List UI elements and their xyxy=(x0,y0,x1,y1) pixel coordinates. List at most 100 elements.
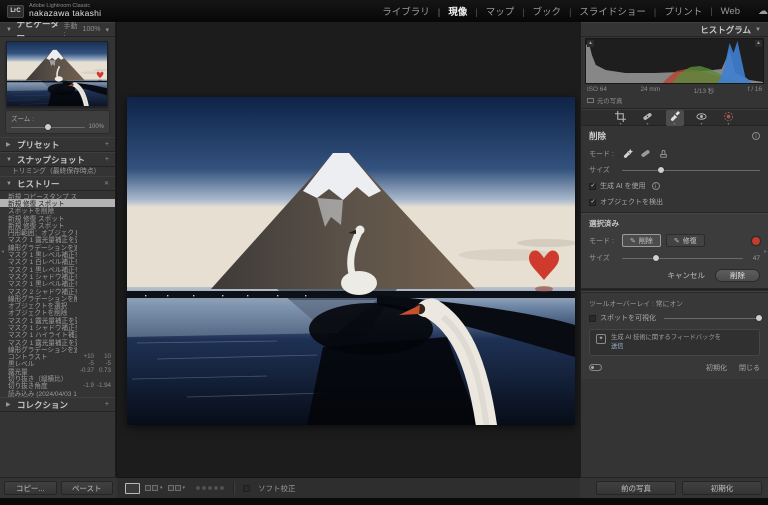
selected-spot-section: 選択済み モード : ✎ 削除 ✎ 修復 サイズ 47 キャンセル 削除 xyxy=(581,213,768,289)
heal-mode-icon[interactable] xyxy=(640,148,651,159)
original-photo-row: 元の写真 xyxy=(581,95,768,109)
navigator-header[interactable]: ▼ ナビゲーター 手動 : 100% ▾ xyxy=(0,22,115,41)
module-tab[interactable]: ライブラリ xyxy=(378,4,434,18)
apply-delete-button[interactable]: 削除 xyxy=(715,269,760,282)
red-eye-tool[interactable]: ▾ xyxy=(693,111,711,125)
feedback-send-link[interactable]: 送信 xyxy=(611,343,624,350)
navigator-zoom-value[interactable]: 100% xyxy=(83,26,101,33)
selected-mode-label: モード : xyxy=(589,237,614,245)
navigator-fit-label[interactable]: 手動 : xyxy=(64,22,78,38)
clone-mode-icon[interactable] xyxy=(658,148,669,159)
ai-sparkle-icon: ✦ xyxy=(596,334,606,344)
visualize-threshold-slider[interactable] xyxy=(664,314,763,322)
reset-button[interactable]: 初期化 xyxy=(682,481,762,495)
reference-view-control[interactable]: ▾ xyxy=(145,485,163,491)
history-item-value: 10 xyxy=(104,352,111,360)
visualize-spots-label: スポットを可視化 xyxy=(600,315,656,322)
cancel-button[interactable]: キャンセル xyxy=(668,270,706,281)
collapse-triangle-icon: ▼ xyxy=(6,26,12,33)
tool-enable-switch[interactable] xyxy=(589,364,602,372)
module-tab[interactable]: マップ xyxy=(471,4,518,18)
navigator-preview[interactable] xyxy=(6,41,108,107)
softproof-checkbox[interactable] xyxy=(243,484,251,492)
copy-settings-button[interactable]: コピー... xyxy=(4,481,57,495)
history-item[interactable]: 読み込み (2024/04/03 17:36:42) xyxy=(0,389,115,398)
tool-reset-button[interactable]: 初期化 xyxy=(706,363,727,373)
pen-icon: ✎ xyxy=(630,237,636,245)
history-header[interactable]: ▼ ヒストリー ✕ xyxy=(0,176,115,191)
paste-settings-button[interactable]: ペースト xyxy=(60,481,113,495)
rating-dots[interactable] xyxy=(196,486,225,490)
collections-header[interactable]: ▶ コレクション + xyxy=(0,397,115,413)
right-panel-collapse-icon[interactable]: ▸ xyxy=(764,248,767,255)
histogram[interactable]: ▲ ▲ xyxy=(585,38,764,84)
identity-plate: Adobe Lightroom Classic nakazawa takashi xyxy=(29,3,101,18)
cloud-sync-icon[interactable]: ☁ xyxy=(758,6,768,17)
remove-tool[interactable]: ▾ xyxy=(665,109,684,126)
exif-stat: ISO 64 xyxy=(587,86,607,93)
module-tab[interactable]: 現像 xyxy=(434,4,472,18)
add-collection-icon[interactable]: + xyxy=(105,401,109,408)
before-after-control[interactable]: ▾ xyxy=(167,485,186,491)
chevron-down-icon[interactable]: ▾ xyxy=(105,26,109,34)
collapse-triangle-icon: ▼ xyxy=(755,26,761,33)
size-slider[interactable] xyxy=(622,166,760,174)
collapse-triangle-icon: ▼ xyxy=(6,180,12,187)
left-panel-collapse-icon[interactable]: ◂ xyxy=(1,248,4,255)
presets-header[interactable]: ▶ プリセット + xyxy=(0,137,115,152)
highlight-clipping-icon[interactable]: ▲ xyxy=(755,40,762,47)
zoom-slider-value: 100% xyxy=(88,124,104,130)
selected-size-slider[interactable] xyxy=(622,254,743,262)
histogram-header[interactable]: ヒストグラム ▼ xyxy=(581,22,768,37)
collapse-triangle-icon: ▶ xyxy=(6,402,11,409)
tool-overlay-setting[interactable]: ツールオーバーレイ : 常にオン xyxy=(589,298,760,308)
remove-mode-icon[interactable] xyxy=(622,148,633,159)
detect-objects-checkbox[interactable] xyxy=(589,198,596,206)
lrc-logo: LrC xyxy=(7,4,24,18)
history-item-amount: -0.37 xyxy=(79,367,94,375)
add-preset-icon[interactable]: + xyxy=(105,141,109,148)
spot-color-indicator[interactable] xyxy=(752,236,760,245)
clear-history-icon[interactable]: ✕ xyxy=(104,180,109,187)
ai-feedback-card: ✦ 生成 AI 技術に関するフィードバックを 送信 xyxy=(589,329,760,356)
presets-title: プリセット xyxy=(17,139,60,150)
module-tab[interactable]: Web xyxy=(706,6,744,17)
use-ai-checkbox[interactable] xyxy=(589,182,596,190)
crop-tool[interactable]: ▾ xyxy=(612,110,630,126)
filmstrip-collapse-bar[interactable]: ▲ xyxy=(0,498,768,505)
left-panel: ▼ ナビゲーター 手動 : 100% ▾ ズーム : 100% ▶ プリセット … xyxy=(0,22,116,477)
add-snapshot-icon[interactable]: + xyxy=(105,156,109,163)
history-item-label: 読み込み (2024/04/03 17:36:42) xyxy=(8,390,77,398)
zoom-slider[interactable] xyxy=(11,123,85,131)
heal-mode-button[interactable]: ✎ 修復 xyxy=(665,234,705,247)
zoom-slider-label: ズーム : xyxy=(11,116,34,123)
module-tab[interactable]: プリント xyxy=(650,4,706,18)
heal-tool[interactable]: ▾ xyxy=(639,111,657,125)
navigator-title: ナビゲーター xyxy=(16,22,59,41)
left-panel-footer: コピー... ペースト xyxy=(0,477,117,498)
masking-tool[interactable]: ▾ xyxy=(720,111,738,125)
snapshot-item[interactable]: トリミング（最終保存時点） xyxy=(0,167,115,176)
module-tab[interactable]: ブック xyxy=(518,4,565,18)
info-icon[interactable]: i xyxy=(651,182,660,190)
history-list: 新規 コピースタンプ スポット 新規 修復 スポット スポットを削除 xyxy=(0,191,115,398)
delete-mode-button[interactable]: ✎ 削除 xyxy=(622,234,661,247)
caret-icon: ▾ xyxy=(619,120,622,126)
use-ai-label: 生成 AI を使用 xyxy=(600,183,646,190)
visualize-spots-checkbox[interactable] xyxy=(589,314,596,322)
loupe-view-icon[interactable] xyxy=(125,482,140,494)
previous-photo-button[interactable]: 前の写真 xyxy=(596,481,676,495)
photo-canvas[interactable] xyxy=(127,97,575,425)
pen-icon: ✎ xyxy=(673,237,680,245)
snapshots-header[interactable]: ▼ スナップショット + xyxy=(0,152,115,167)
collapse-triangle-icon: ▼ xyxy=(6,156,12,163)
snapshots-title: スナップショット xyxy=(17,154,86,165)
lightroom-window: LrC Adobe Lightroom Classic nakazawa tak… xyxy=(0,0,768,505)
module-tab[interactable]: スライドショー xyxy=(565,4,650,18)
shadow-clipping-icon[interactable]: ▲ xyxy=(587,40,594,47)
exif-stat: 1/13 秒 xyxy=(693,88,715,95)
caret-icon: ▾ xyxy=(182,485,186,491)
info-icon[interactable]: i xyxy=(752,132,760,140)
history-item-value: 0.73 xyxy=(98,367,111,375)
tool-close-button[interactable]: 閉じる xyxy=(739,363,760,373)
